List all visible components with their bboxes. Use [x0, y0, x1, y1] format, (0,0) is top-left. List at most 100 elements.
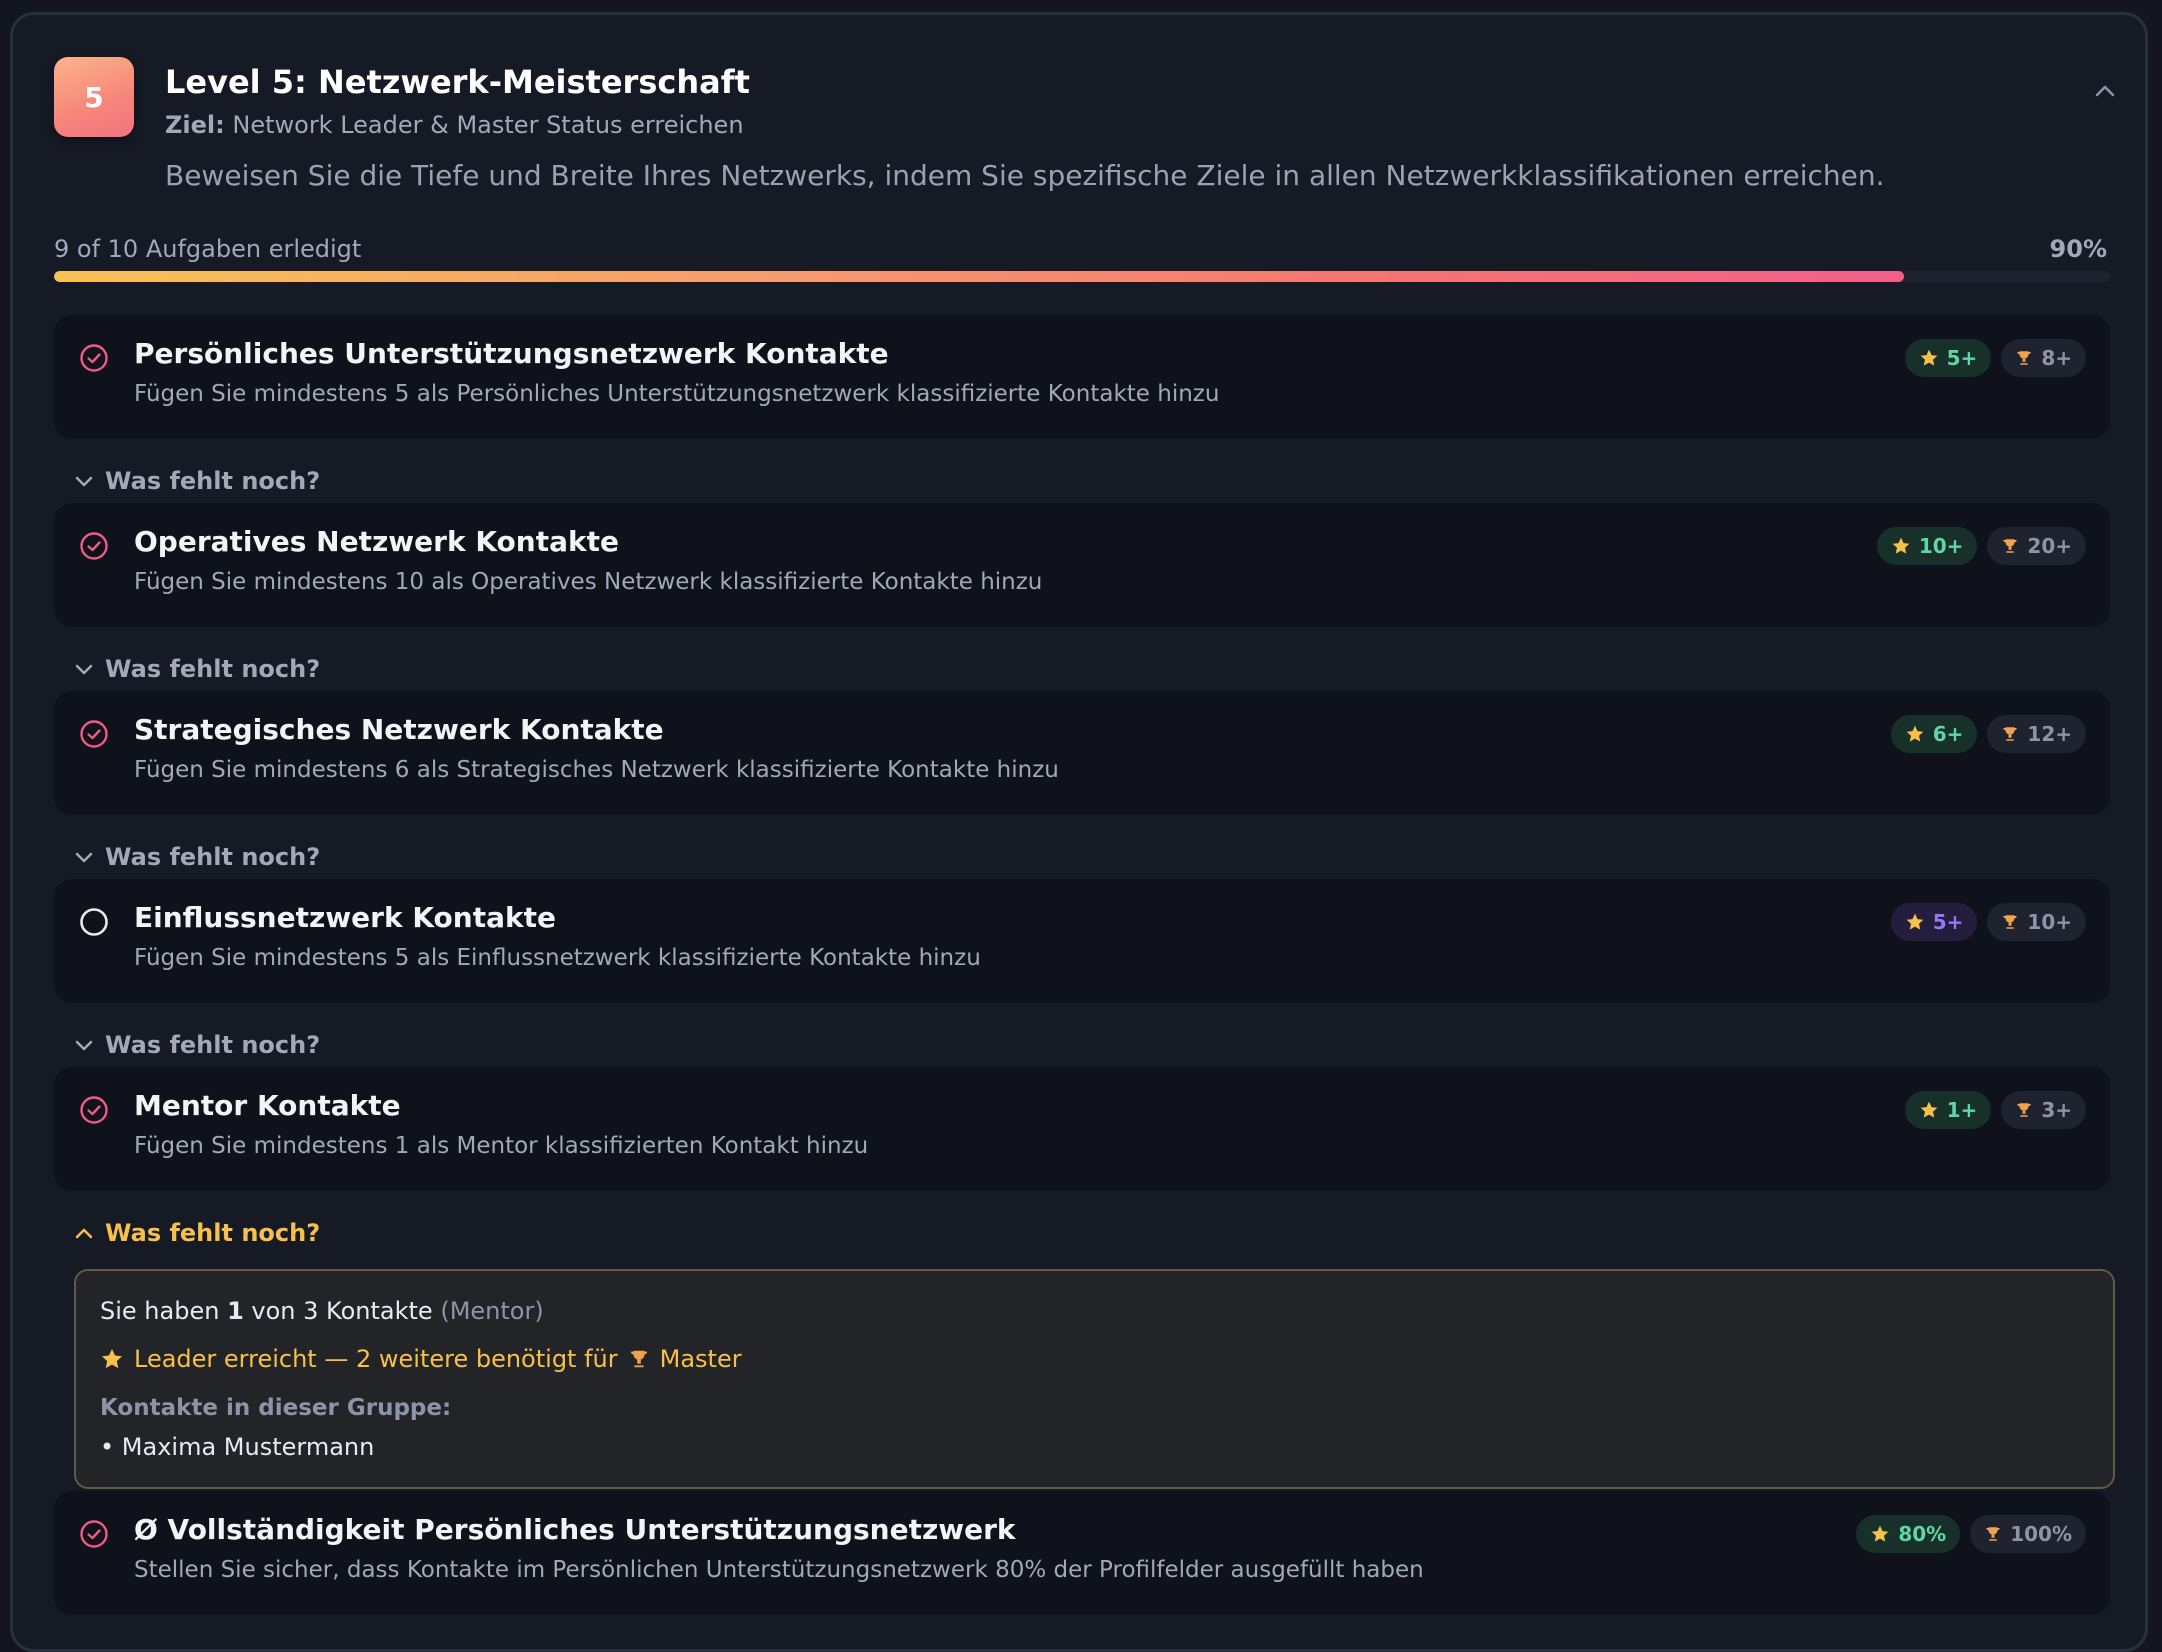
task-card: Persönliches Unterstützungsnetzwerk Kont…: [54, 315, 2110, 439]
task-card: Ø Vollständigkeit Persönliches Unterstüt…: [54, 1491, 2110, 1615]
missing-label: Was fehlt noch?: [105, 843, 321, 871]
progress-label: 9 of 10 Aufgaben erledigt: [54, 235, 362, 263]
chevron-down-icon: [75, 476, 93, 487]
empty-circle-icon: [80, 908, 108, 936]
status-master-text: Master: [659, 1345, 742, 1373]
task-title: Operatives Netzwerk Kontakte: [134, 525, 619, 558]
master-target: 8+: [2041, 346, 2072, 370]
progress-bar: [54, 271, 2110, 282]
master-target: 10+: [2027, 910, 2072, 934]
contacts-heading: Kontakte in dieser Gruppe:: [100, 1395, 452, 1421]
leader-target: 10+: [1918, 534, 1964, 558]
task-card: Mentor Kontakte Fügen Sie mindestens 1 a…: [54, 1067, 2110, 1191]
count-value: 1: [227, 1297, 244, 1325]
master-target: 100%: [2010, 1522, 2072, 1546]
leader-badge: 5+: [1890, 903, 1978, 941]
chevron-up-icon: [2095, 85, 2115, 97]
task-badges: 5+ 10+: [1890, 903, 2086, 941]
task-card: Operatives Netzwerk Kontakte Fügen Sie m…: [54, 503, 2110, 627]
star-icon: [1906, 913, 1924, 930]
task-title: Einflussnetzwerk Kontakte: [134, 901, 556, 934]
star-icon: [1871, 1525, 1889, 1542]
missing-toggle[interactable]: Was fehlt noch?: [75, 467, 320, 495]
master-badge: 8+: [2001, 339, 2086, 377]
trophy-icon: [1986, 1527, 2000, 1541]
level-title: Level 5: Netzwerk-Meisterschaft: [165, 63, 750, 101]
task-title: Persönliches Unterstützungsnetzwerk Kont…: [134, 337, 889, 370]
check-circle-icon: [80, 532, 108, 560]
missing-label: Was fehlt noch?: [105, 1219, 321, 1247]
master-target: 20+: [2027, 534, 2072, 558]
chevron-down-icon: [75, 1040, 93, 1051]
missing-label: Was fehlt noch?: [105, 1031, 321, 1059]
status-leader-text: Leader erreicht — 2 weitere benötigt für: [134, 1345, 618, 1373]
task-badges: 10+ 20+: [1876, 527, 2086, 565]
master-target: 12+: [2027, 722, 2072, 746]
task-description: Fügen Sie mindestens 5 als Einflussnetzw…: [134, 945, 981, 971]
collapse-level-button[interactable]: [2093, 79, 2117, 103]
task-description: Fügen Sie mindestens 6 als Strategisches…: [134, 757, 1059, 783]
task-description: Fügen Sie mindestens 1 als Mentor klassi…: [134, 1133, 869, 1159]
missing-toggle[interactable]: Was fehlt noch?: [75, 843, 320, 871]
task-title: Ø Vollständigkeit Persönliches Unterstüt…: [134, 1513, 1016, 1546]
contact-list-item[interactable]: • Maxima Mustermann: [100, 1433, 374, 1461]
task-badges: 5+ 8+: [1904, 339, 2086, 377]
status-line: Leader erreicht — 2 weitere benötigt für…: [100, 1345, 742, 1373]
chevron-down-icon: [75, 852, 93, 863]
leader-target: 5+: [1946, 346, 1978, 370]
check-circle-icon: [80, 344, 108, 372]
trophy-icon: [2003, 915, 2018, 929]
missing-toggle[interactable]: Was fehlt noch?: [75, 1219, 320, 1247]
star-icon: [1892, 537, 1910, 554]
task-badges: 1+ 3+: [1904, 1091, 2086, 1129]
trophy-icon: [2003, 539, 2018, 553]
missing-label: Was fehlt noch?: [105, 467, 321, 495]
progress-bar-fill: [54, 271, 1905, 282]
missing-toggle[interactable]: Was fehlt noch?: [75, 655, 320, 683]
leader-target: 80%: [1898, 1522, 1947, 1546]
check-circle-icon: [80, 720, 108, 748]
leader-target: 5+: [1932, 910, 1964, 934]
trophy-icon: [2017, 1103, 2032, 1117]
star-icon: [102, 1349, 122, 1369]
trophy-icon: [2017, 351, 2032, 365]
check-circle-icon: [80, 1096, 108, 1124]
contact-count: Sie haben 1 von 3 Kontakte (Mentor): [100, 1297, 544, 1325]
count-prefix: Sie haben: [100, 1297, 220, 1325]
task-description: Fügen Sie mindestens 10 als Operatives N…: [134, 569, 1043, 595]
chevron-down-icon: [75, 664, 93, 675]
task-title: Strategisches Netzwerk Kontakte: [134, 713, 664, 746]
task-card: Strategisches Netzwerk Kontakte Fügen Si…: [54, 691, 2110, 815]
master-badge: 12+: [1987, 715, 2086, 753]
task-badges: 80% 100%: [1856, 1515, 2086, 1553]
leader-badge: 1+: [1904, 1091, 1992, 1129]
leader-badge: 6+: [1890, 715, 1978, 753]
leader-target: 1+: [1946, 1098, 1978, 1122]
level-card: 5 Level 5: Netzwerk-Meisterschaft Ziel: …: [10, 12, 2148, 1652]
task-card: Einflussnetzwerk Kontakte Fügen Sie mind…: [54, 879, 2110, 1003]
leader-badge: 5+: [1904, 339, 1992, 377]
leader-badge: 80%: [1856, 1515, 1961, 1553]
leader-badge: 10+: [1876, 527, 1978, 565]
master-badge: 100%: [1970, 1515, 2086, 1553]
master-badge: 20+: [1987, 527, 2086, 565]
star-icon: [1920, 349, 1937, 366]
task-description: Stellen Sie sicher, dass Kontakte im Per…: [134, 1557, 1424, 1583]
missing-details-panel: Sie haben 1 von 3 Kontakte (Mentor) Lead…: [74, 1269, 2115, 1489]
missing-toggle[interactable]: Was fehlt noch?: [75, 1031, 320, 1059]
leader-target: 6+: [1932, 722, 1964, 746]
goal-label: Ziel:: [165, 111, 225, 139]
star-icon: [1920, 1101, 1937, 1118]
star-icon: [1906, 725, 1924, 742]
task-title: Mentor Kontakte: [134, 1089, 401, 1122]
goal-text: Network Leader & Master Status erreichen: [232, 111, 744, 139]
check-circle-icon: [80, 1520, 108, 1548]
master-target: 3+: [2041, 1098, 2072, 1122]
task-badges: 6+ 12+: [1890, 715, 2086, 753]
chevron-up-icon: [75, 1228, 93, 1239]
level-number-badge: 5: [54, 57, 134, 137]
master-badge: 10+: [1987, 903, 2086, 941]
level-goal: Ziel: Network Leader & Master Status err…: [165, 111, 744, 139]
missing-label: Was fehlt noch?: [105, 655, 321, 683]
master-badge: 3+: [2001, 1091, 2086, 1129]
